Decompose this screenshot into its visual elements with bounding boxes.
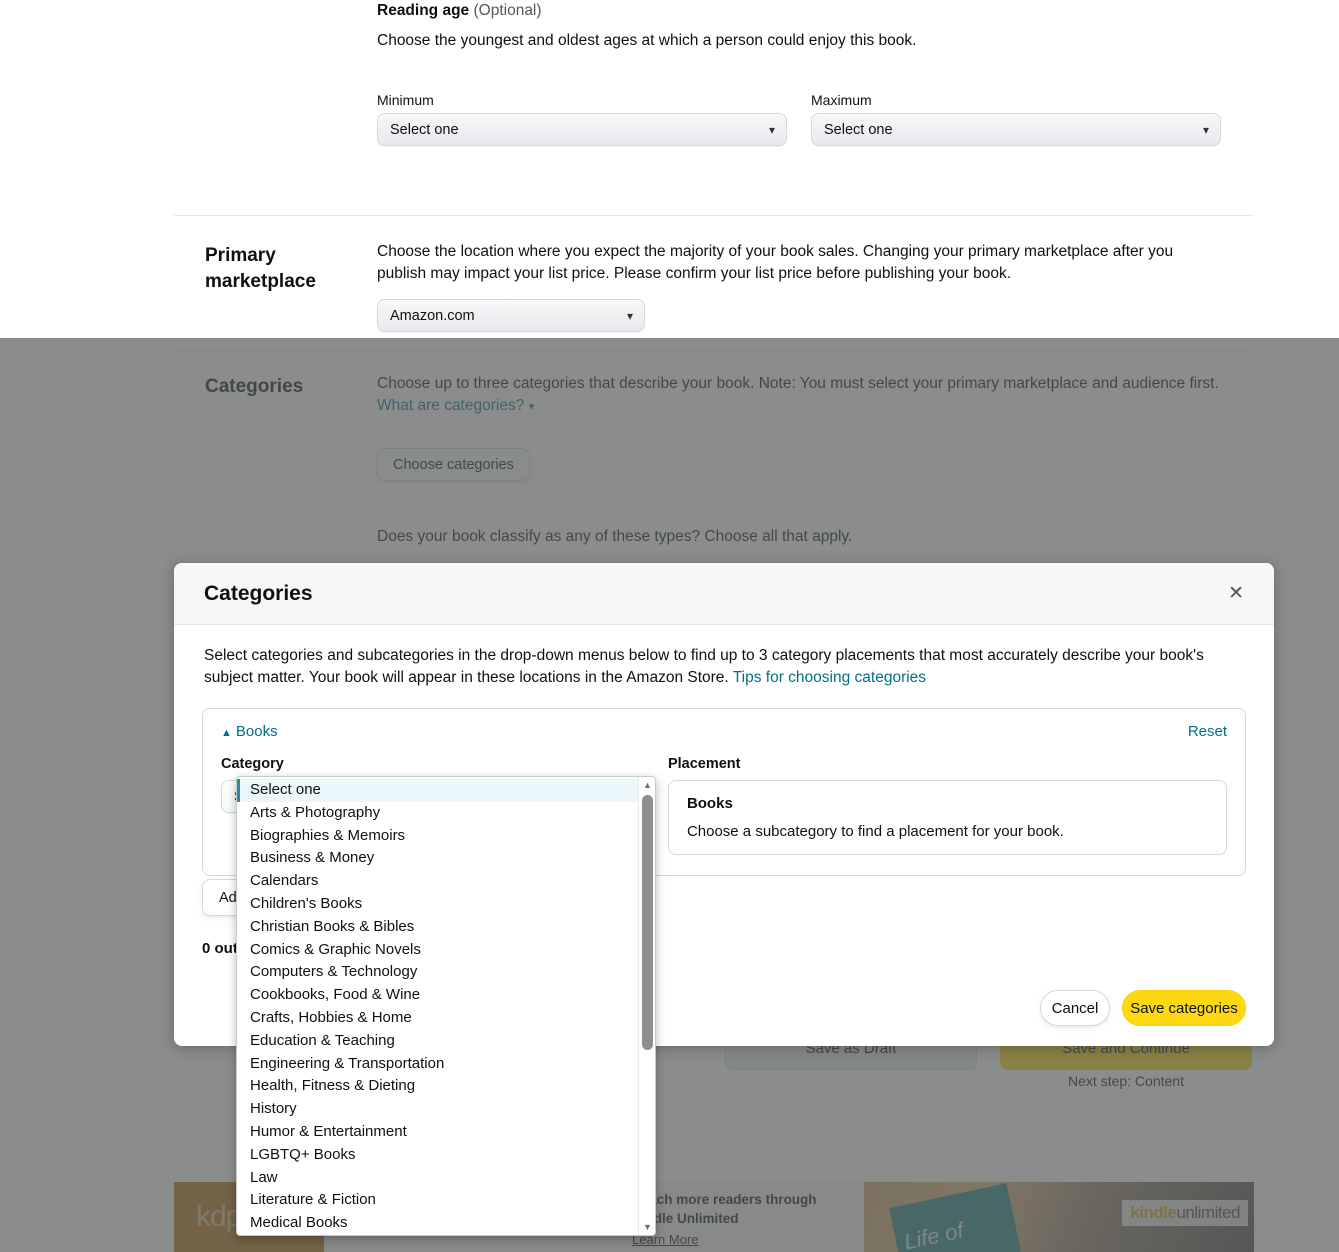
category-panel-header: ▲ Books Reset (221, 723, 1227, 740)
modal-description-text: Select categories and subcategories in t… (204, 647, 1204, 686)
dropdown-option[interactable]: Select one (237, 779, 638, 802)
dropdown-option[interactable]: Arts & Photography (237, 802, 638, 825)
modal-description: Select categories and subcategories in t… (174, 625, 1274, 689)
dropdown-option[interactable]: Education & Teaching (237, 1030, 638, 1053)
reading-age-title: Reading age (377, 2, 470, 19)
scroll-up-arrow-icon[interactable]: ▲ (639, 777, 655, 793)
dropdown-option[interactable]: Comics & Graphic Novels (237, 939, 638, 962)
placement-column: Placement Books Choose a subcategory to … (667, 756, 1227, 855)
dropdown-option[interactable]: Calendars (237, 870, 638, 893)
dropdown-option[interactable]: Computers & Technology (237, 961, 638, 984)
reading-age-maximum-group: Maximum Select one ▾ (811, 92, 1221, 146)
chevron-down-icon: ▾ (1202, 122, 1209, 137)
reset-link[interactable]: Reset (1188, 723, 1227, 740)
dropdown-option[interactable]: Health, Fitness & Dieting (237, 1075, 638, 1098)
scrollbar-thumb[interactable] (642, 795, 653, 1050)
minimum-select[interactable]: Select one ▾ (377, 113, 787, 146)
dropdown-option[interactable]: Law (237, 1167, 638, 1190)
dropdown-scrollbar[interactable]: ▲ ▼ (638, 777, 655, 1235)
maximum-label: Maximum (811, 92, 872, 108)
maximum-select[interactable]: Select one ▾ (811, 113, 1221, 146)
primary-marketplace-select[interactable]: Amazon.com ▾ (377, 299, 645, 332)
chevron-up-icon: ▲ (221, 727, 232, 739)
primary-marketplace-description: Choose the location where you expect the… (377, 243, 1174, 282)
books-toggle-label: Books (235, 723, 278, 740)
dropdown-option[interactable]: Humor & Entertainment (237, 1121, 638, 1144)
dropdown-option[interactable]: Children's Books (237, 893, 638, 916)
placement-subtext: Choose a subcategory to find a placement… (686, 823, 1064, 840)
reading-age-card: Reading age (Optional) Choose the younge… (174, 0, 1254, 208)
chevron-down-icon: ▾ (626, 308, 633, 323)
tips-for-choosing-categories-link[interactable]: Tips for choosing categories (733, 669, 926, 686)
dropdown-option[interactable]: Christian Books & Bibles (237, 916, 638, 939)
reading-age-minimum-group: Minimum Select one ▾ (377, 92, 787, 146)
minimum-select-value: Select one (390, 121, 459, 138)
dropdown-option[interactable]: History (237, 1098, 638, 1121)
dropdown-option[interactable]: Engineering & Transportation (237, 1053, 638, 1076)
dropdown-option[interactable]: LGBTQ+ Books (237, 1144, 638, 1167)
dropdown-option[interactable]: Crafts, Hobbies & Home (237, 1007, 638, 1030)
dropdown-option[interactable]: Literature & Fiction (237, 1189, 638, 1212)
save-categories-button[interactable]: Save categories (1122, 990, 1246, 1026)
reading-age-optional: (Optional) (473, 2, 542, 19)
category-dropdown-list[interactable]: Select one Arts & Photography Biographies … (236, 776, 656, 1236)
books-collapse-toggle[interactable]: ▲ Books (221, 723, 278, 740)
modal-action-buttons: Cancel Save categories (1040, 990, 1246, 1026)
maximum-select-value: Select one (824, 121, 893, 138)
close-icon[interactable]: ✕ (1228, 584, 1244, 603)
category-column-label: Category (221, 756, 284, 772)
modal-title: Categories (204, 581, 313, 605)
scroll-down-arrow-icon[interactable]: ▼ (639, 1219, 655, 1235)
dropdown-option[interactable]: Cookbooks, Food & Wine (237, 984, 638, 1007)
dropdown-option[interactable]: Business & Money (237, 847, 638, 870)
modal-header: Categories ✕ (174, 563, 1274, 625)
primary-marketplace-value: Amazon.com (390, 307, 475, 324)
primary-marketplace-title: Primary marketplace (205, 245, 316, 292)
chevron-down-icon: ▾ (768, 122, 775, 137)
reading-age-description: Choose the youngest and oldest ages at w… (377, 32, 917, 49)
placement-box: Books Choose a subcategory to find a pla… (667, 780, 1227, 855)
cancel-button[interactable]: Cancel (1040, 990, 1110, 1026)
page-root: Reading age (Optional) Choose the younge… (0, 0, 1339, 1252)
save-categories-label: Save categories (1130, 999, 1238, 1017)
reading-age-heading: Reading age (Optional) (377, 0, 1237, 22)
placement-title: Books (686, 795, 733, 812)
cancel-label: Cancel (1051, 999, 1099, 1017)
category-dropdown-options: Select one Arts & Photography Biographies … (237, 777, 638, 1235)
dropdown-option[interactable]: Biographies & Memoirs (237, 825, 638, 848)
placement-column-label: Placement (667, 756, 741, 772)
dropdown-option[interactable]: Medical Books (237, 1212, 638, 1235)
minimum-label: Minimum (377, 92, 434, 108)
primary-marketplace-card: Primary marketplace Choose the location … (174, 215, 1254, 335)
